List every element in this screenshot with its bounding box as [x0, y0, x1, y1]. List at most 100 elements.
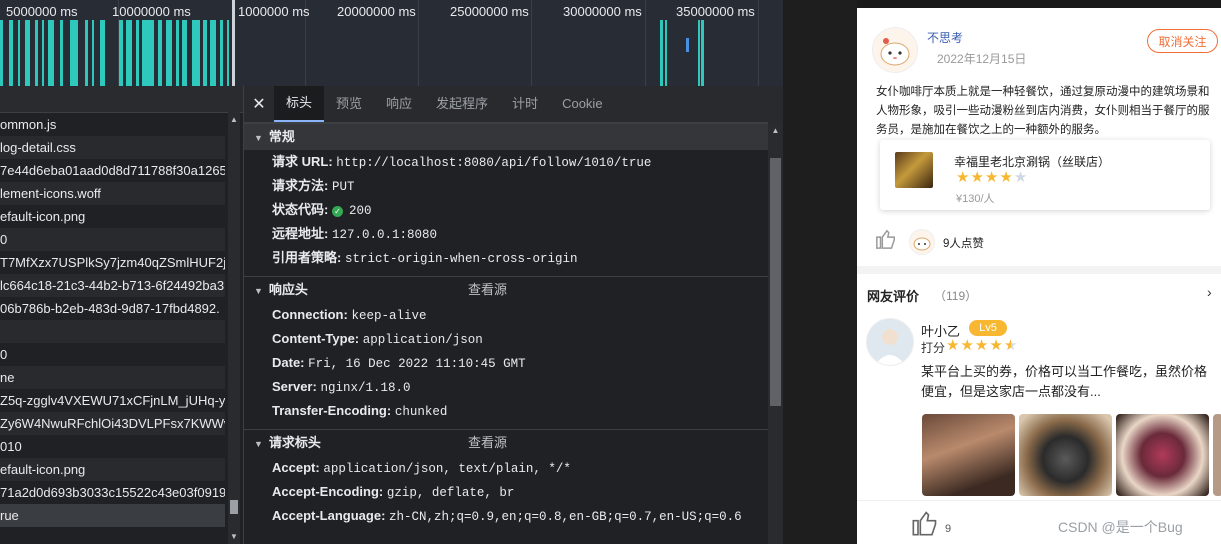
scroll-down-icon[interactable]: ▼: [228, 532, 240, 541]
collapse-triangle-icon: ▼: [254, 133, 263, 143]
request-row[interactable]: T7MfXzx7USPlkSy7jzm40qZSmlHUF2jd: [0, 251, 225, 274]
author-avatar[interactable]: [872, 27, 918, 73]
request-row[interactable]: 0: [0, 228, 225, 251]
level-badge: Lv5: [969, 320, 1007, 336]
review-rating-stars: ★★★★★: [946, 336, 1018, 354]
header-value: application/json: [362, 333, 483, 347]
tab-headers[interactable]: 标头: [274, 86, 325, 122]
section-response-headers-header[interactable]: ▼ 响应头 查看源: [244, 276, 783, 303]
header-value: gzip, deflate, br: [386, 486, 515, 500]
header-row: 引用者策略: strict-origin-when-cross-origin: [244, 246, 783, 270]
timeline-bar: [227, 20, 229, 86]
liker-avatar[interactable]: [909, 229, 935, 255]
star-icon: ★: [1003, 337, 1019, 354]
scroll-thumb[interactable]: [230, 500, 238, 514]
request-row[interactable]: 7e44d6eba01aad0d8d711788f30a1265: [0, 159, 225, 182]
timeline-label: 35000000 ms: [676, 4, 755, 19]
request-row[interactable]: [0, 320, 225, 343]
request-row[interactable]: 71a2d0d693b3033c15522c43e03f0919: [0, 481, 225, 504]
request-row[interactable]: 010: [0, 435, 225, 458]
request-row[interactable]: 06b786b-b2eb-483d-9d87-17fbd4892.: [0, 297, 225, 320]
reviewer-avatar[interactable]: [866, 318, 914, 366]
tab-initiator[interactable]: 发起程序: [424, 86, 500, 122]
request-detail-panel: ✕ 标头 预览 响应 发起程序 计时 Cookie ▼ 常规 请求 URL: ht…: [244, 86, 783, 544]
bottom-like-count: 9: [945, 523, 952, 535]
timeline-bar: [698, 20, 700, 86]
header-value: Fri, 16 Dec 2022 11:10:45 GMT: [308, 357, 526, 371]
header-key: 引用者策略:: [272, 250, 342, 265]
timeline-tick: [531, 0, 532, 86]
thumbs-up-icon[interactable]: [911, 509, 939, 543]
detail-scrollbar[interactable]: ▲: [768, 122, 783, 544]
tab-cookie[interactable]: Cookie: [550, 86, 614, 122]
request-list[interactable]: ommon.js log-detail.css 7e44d6eba01aad0d8d…: [0, 86, 244, 544]
request-row[interactable]: lement-icons.woff: [0, 182, 225, 205]
request-row[interactable]: Zy6W4NwuRFchlOi43DVLPFsx7KWWvF: [0, 412, 225, 435]
author-name[interactable]: 不思考: [927, 29, 963, 46]
header-value: 127.0.0.1:8080: [331, 228, 437, 242]
header-value: zh-CN,zh;q=0.9,en;q=0.8,en-GB;q=0.7,en-U…: [389, 510, 742, 524]
view-source-link[interactable]: 查看源: [468, 277, 507, 303]
request-row[interactable]: ne: [0, 366, 225, 389]
star-icon: ★: [946, 337, 961, 354]
star-icon: ★: [956, 169, 971, 186]
request-row[interactable]: ommon.js: [0, 113, 225, 136]
header-row: 状态代码: ✓ 200: [244, 198, 783, 222]
thumbs-up-icon[interactable]: [875, 228, 897, 256]
tab-preview[interactable]: 预览: [324, 86, 374, 122]
score-label: 打分: [921, 341, 946, 355]
review-photo[interactable]: [1116, 414, 1209, 496]
section-request-headers-header[interactable]: ▼ 请求标头 查看源: [244, 429, 783, 456]
review-photo[interactable]: [1213, 414, 1221, 496]
timeline-cursor[interactable]: [232, 0, 235, 86]
likes-count: 9人点赞: [943, 238, 984, 250]
timeline-bar: [203, 20, 207, 86]
window-gap: [783, 0, 857, 544]
header-key: Transfer-Encoding:: [272, 403, 392, 418]
view-source-link[interactable]: 查看源: [468, 430, 507, 456]
timeline-bar: [220, 20, 223, 86]
timeline-bar: [182, 20, 187, 86]
network-timeline[interactable]: 5000000 ms 10000000 ms 1000000 ms 200000…: [0, 0, 783, 86]
request-row[interactable]: efault-icon.png: [0, 205, 225, 228]
scroll-thumb[interactable]: [770, 158, 781, 406]
close-icon[interactable]: ✕: [244, 94, 274, 114]
timeline-bar: [60, 20, 63, 86]
header-row: Content-Type: application/json: [244, 327, 783, 351]
header-row: Transfer-Encoding: chunked: [244, 399, 783, 423]
timeline-bar: [100, 20, 105, 86]
request-row[interactable]: rue: [0, 504, 225, 527]
request-row[interactable]: lc664c18-21c3-44b2-b713-6f24492ba3: [0, 274, 225, 297]
timeline-bar: [0, 20, 3, 86]
tab-timing[interactable]: 计时: [500, 86, 550, 122]
star-icon: ★: [960, 337, 975, 354]
section-general-header[interactable]: ▼ 常规: [244, 123, 783, 150]
header-row: Date: Fri, 16 Dec 2022 11:10:45 GMT: [244, 351, 783, 375]
request-row[interactable]: 0: [0, 343, 225, 366]
header-value: 200: [348, 204, 372, 218]
chevron-right-icon[interactable]: ›: [1207, 284, 1212, 300]
shop-thumbnail: [895, 152, 933, 188]
unfollow-button[interactable]: 取消关注: [1147, 29, 1218, 53]
timeline-bar: [142, 20, 154, 86]
reviews-count: （119）: [934, 289, 978, 303]
shop-card[interactable]: 幸福里老北京涮锅（丝联店） ★★★★★ ¥130/人: [880, 140, 1210, 210]
request-row[interactable]: Z5q-zgglv4VXEWU71xCFjnLM_jUHq-yl.: [0, 389, 225, 412]
request-row[interactable]: log-detail.css: [0, 136, 225, 159]
timeline-label: 25000000 ms: [450, 4, 529, 19]
timeline-bar: [660, 20, 663, 86]
review-photo[interactable]: [922, 414, 1015, 496]
scroll-up-icon[interactable]: ▲: [228, 115, 240, 124]
header-row: 请求 URL: http://localhost:8080/api/follow…: [244, 150, 783, 174]
request-row[interactable]: efault-icon.png: [0, 458, 225, 481]
post-date: 2022年12月15日: [937, 52, 1027, 66]
header-value: nginx/1.18.0: [320, 381, 411, 395]
section-title: 响应头: [268, 282, 308, 297]
timeline-bar: [85, 20, 88, 86]
tab-response[interactable]: 响应: [374, 86, 424, 122]
request-list-scrollbar[interactable]: ▲ ▼: [228, 112, 240, 544]
header-value: application/json, text/plain, */*: [323, 462, 571, 476]
timeline-bar: [210, 20, 216, 86]
scroll-up-icon[interactable]: ▲: [768, 126, 783, 135]
review-photo[interactable]: [1019, 414, 1112, 496]
